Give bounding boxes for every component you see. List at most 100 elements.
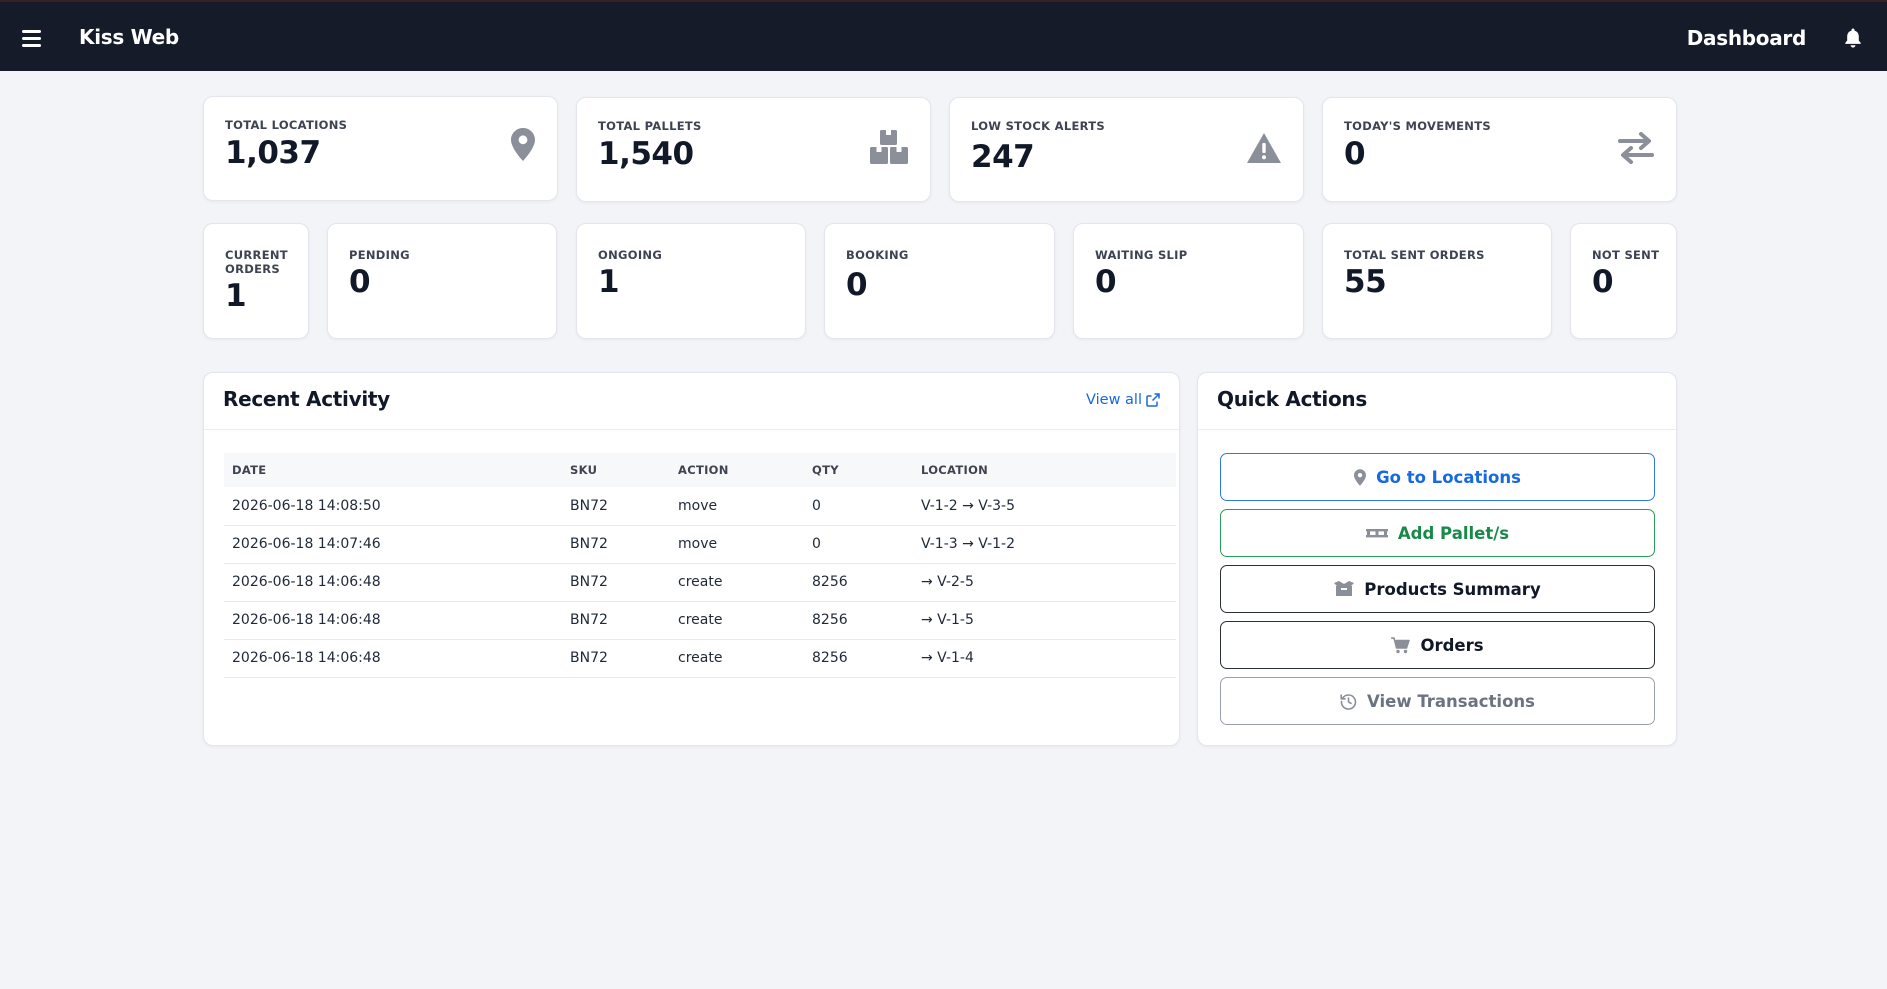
warning-icon xyxy=(1247,133,1281,167)
cell-action: move xyxy=(670,525,804,564)
brand-name[interactable]: Kiss Web xyxy=(79,25,179,49)
cell-sku: BN72 xyxy=(562,487,670,526)
stat-card-booking: BOOKING 0 xyxy=(824,223,1055,339)
cell-date: 2026-06-18 14:06:48 xyxy=(224,639,562,678)
cell-action: create xyxy=(670,563,804,602)
bell-icon[interactable] xyxy=(1843,27,1865,49)
cell-location: → V-1-5 xyxy=(913,601,1176,640)
stat-value: 247 xyxy=(971,139,1035,175)
top-navbar: Kiss Web Dashboard xyxy=(0,0,1887,71)
stat-value: 0 xyxy=(349,264,371,300)
view-all-link[interactable]: View all xyxy=(1086,392,1160,408)
stat-value: 1,037 xyxy=(225,135,321,171)
column-header-sku: SKU xyxy=(562,453,670,487)
products-summary-button[interactable]: Products Summary xyxy=(1220,565,1655,613)
table-row[interactable]: 2026-06-18 14:08:50 BN72 move 0 V-1-2 → … xyxy=(224,487,1176,526)
pallet-icon xyxy=(1365,529,1388,538)
stat-card-todays-movements: TODAY'S MOVEMENTS 0 xyxy=(1322,97,1677,202)
view-transactions-label: View Transactions xyxy=(1367,691,1535,711)
table-row[interactable]: 2026-06-18 14:06:48 BN72 create 8256 → V… xyxy=(224,563,1176,602)
stat-card-total-pallets: TOTAL PALLETS 1,540 xyxy=(576,97,931,202)
quick-actions-panel: Quick Actions Go to Locations Add Pallet… xyxy=(1197,372,1677,746)
orders-button[interactable]: Orders xyxy=(1220,621,1655,669)
stat-label: WAITING SLIP xyxy=(1095,248,1188,262)
column-header-date: DATE xyxy=(224,453,562,487)
stat-card-pending: PENDING 0 xyxy=(327,223,557,339)
stat-card-total-sent-orders: TOTAL SENT ORDERS 55 xyxy=(1322,223,1552,339)
column-header-qty: QTY xyxy=(804,453,913,487)
map-pin-icon xyxy=(1354,468,1367,486)
stat-label: TODAY'S MOVEMENTS xyxy=(1344,119,1491,133)
stat-label: TOTAL SENT ORDERS xyxy=(1344,248,1485,262)
cell-sku: BN72 xyxy=(562,601,670,640)
cell-location: → V-1-4 xyxy=(913,639,1176,678)
stat-label: PENDING xyxy=(349,248,410,262)
stat-value: 0 xyxy=(1344,136,1366,172)
hamburger-menu-icon[interactable] xyxy=(22,29,44,47)
stat-value: 1 xyxy=(225,278,247,314)
cell-qty: 8256 xyxy=(804,639,913,678)
stat-value: 1,540 xyxy=(598,136,694,172)
table-row[interactable]: 2026-06-18 14:06:48 BN72 create 8256 → V… xyxy=(224,639,1176,678)
recent-activity-panel: Recent Activity View all DATE SKU ACTION… xyxy=(203,372,1180,746)
history-icon xyxy=(1340,693,1357,710)
stat-label: LOW STOCK ALERTS xyxy=(971,119,1105,133)
stat-label: TOTAL LOCATIONS xyxy=(225,118,348,132)
cart-icon xyxy=(1391,636,1411,653)
stat-card-not-sent: NOT SENT 0 xyxy=(1570,223,1677,339)
view-transactions-button[interactable]: View Transactions xyxy=(1220,677,1655,725)
products-summary-label: Products Summary xyxy=(1364,579,1541,599)
cell-date: 2026-06-18 14:08:50 xyxy=(224,487,562,526)
cell-date: 2026-06-18 14:07:46 xyxy=(224,525,562,564)
add-pallets-label: Add Pallet/s xyxy=(1397,523,1510,543)
go-to-locations-label: Go to Locations xyxy=(1376,467,1521,487)
cell-qty: 0 xyxy=(804,487,913,526)
add-pallets-button[interactable]: Add Pallet/s xyxy=(1220,509,1655,557)
cell-location: V-1-2 → V-3-5 xyxy=(913,487,1176,526)
cell-date: 2026-06-18 14:06:48 xyxy=(224,601,562,640)
panel-divider xyxy=(204,429,1179,430)
stat-label: NOT SENT xyxy=(1592,248,1660,262)
stat-label: CURRENT ORDERS xyxy=(225,248,288,276)
box-open-icon xyxy=(1334,581,1355,596)
panel-divider xyxy=(1198,429,1676,430)
quick-actions-title: Quick Actions xyxy=(1217,387,1367,411)
page-title: Dashboard xyxy=(1686,26,1807,50)
stat-card-low-stock-alerts: LOW STOCK ALERTS 247 xyxy=(949,97,1304,202)
stat-value: 0 xyxy=(1592,264,1614,300)
table-row[interactable]: 2026-06-18 14:06:48 BN72 create 8256 → V… xyxy=(224,601,1176,640)
column-header-action: ACTION xyxy=(670,453,804,487)
stat-label: ONGOING xyxy=(598,248,663,262)
external-link-icon xyxy=(1146,393,1160,407)
cell-action: create xyxy=(670,601,804,640)
stat-card-current-orders: CURRENT ORDERS 1 xyxy=(203,223,309,339)
recent-activity-title: Recent Activity xyxy=(223,387,390,411)
exchange-icon xyxy=(1618,129,1654,169)
stat-card-waiting-slip: WAITING SLIP 0 xyxy=(1073,223,1304,339)
stat-value: 55 xyxy=(1344,264,1387,300)
cell-sku: BN72 xyxy=(562,639,670,678)
go-to-locations-button[interactable]: Go to Locations xyxy=(1220,453,1655,501)
cell-qty: 8256 xyxy=(804,601,913,640)
cell-sku: BN72 xyxy=(562,563,670,602)
cell-qty: 0 xyxy=(804,525,913,564)
recent-activity-table: DATE SKU ACTION QTY LOCATION 2026-06-18 … xyxy=(224,453,1176,678)
table-header-row: DATE SKU ACTION QTY LOCATION xyxy=(224,453,1176,487)
stat-value: 0 xyxy=(1095,264,1117,300)
boxes-icon xyxy=(870,130,908,168)
stat-value: 0 xyxy=(846,267,868,303)
stat-label: TOTAL PALLETS xyxy=(598,119,702,133)
cell-action: move xyxy=(670,487,804,526)
cell-qty: 8256 xyxy=(804,563,913,602)
stat-value: 1 xyxy=(598,264,620,300)
cell-location: V-1-3 → V-1-2 xyxy=(913,525,1176,564)
stat-card-ongoing: ONGOING 1 xyxy=(576,223,806,339)
view-all-label: View all xyxy=(1086,392,1142,408)
table-row[interactable]: 2026-06-18 14:07:46 BN72 move 0 V-1-3 → … xyxy=(224,525,1176,564)
stat-label: BOOKING xyxy=(846,248,909,262)
cell-action: create xyxy=(670,639,804,678)
cell-date: 2026-06-18 14:06:48 xyxy=(224,563,562,602)
column-header-location: LOCATION xyxy=(913,453,1176,487)
map-pin-icon xyxy=(511,128,535,165)
cell-sku: BN72 xyxy=(562,525,670,564)
